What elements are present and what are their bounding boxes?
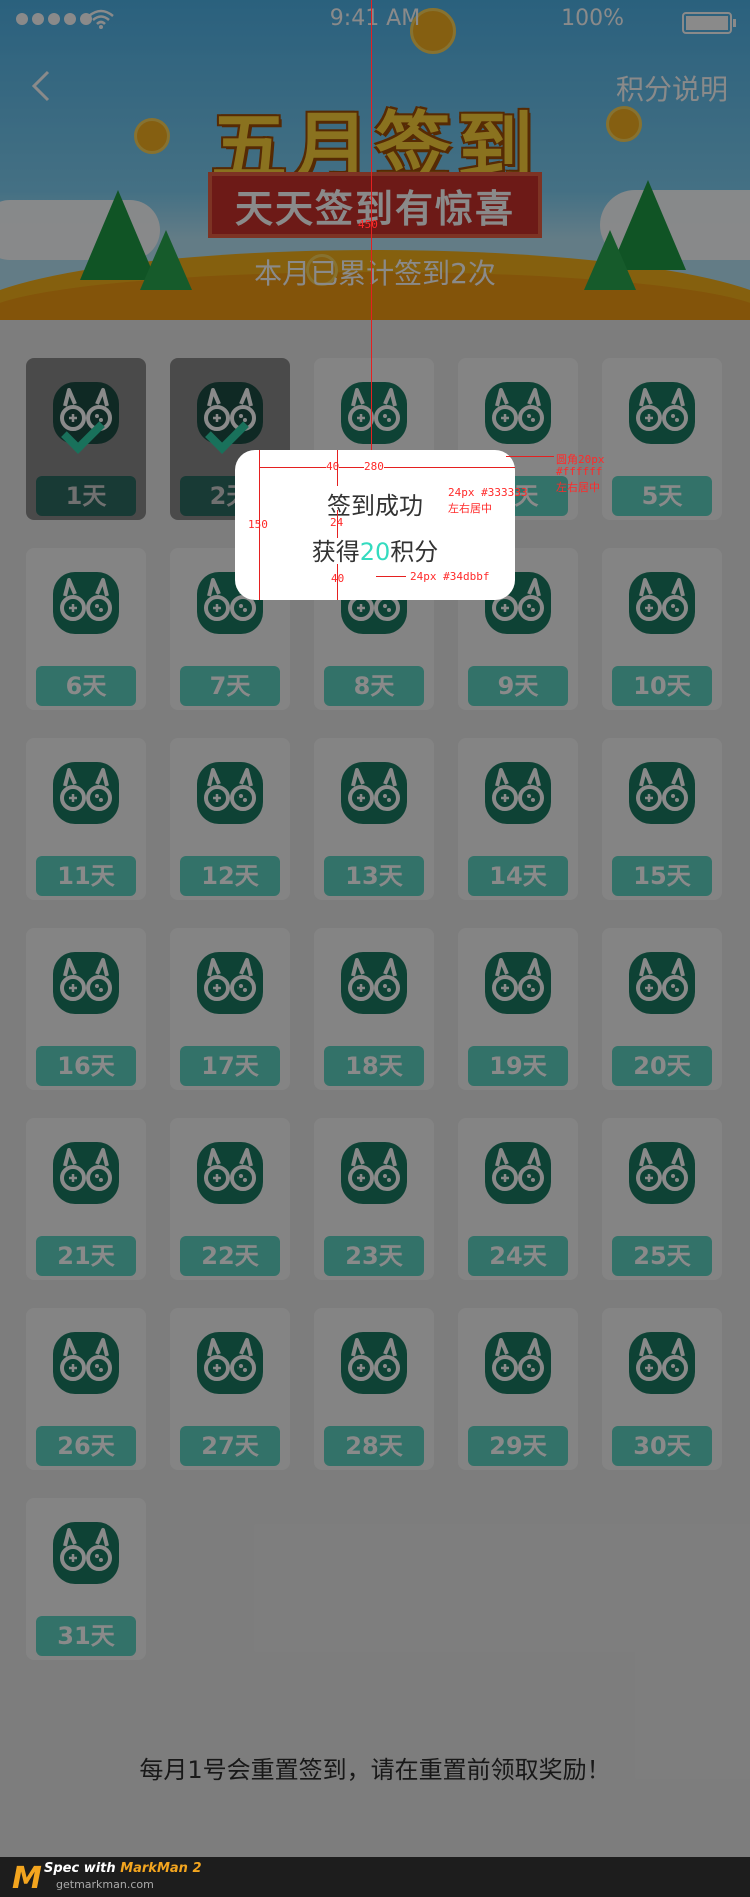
measure-line [337, 450, 338, 486]
measure-width-total: 450 [358, 218, 378, 231]
annotation-title-align: 左右居中 [448, 502, 492, 515]
reward-points: 20 [359, 538, 391, 566]
markman-site: getmarkman.com [56, 1878, 154, 1891]
markman-footer: M Spec with MarkMan 2 getmarkman.com [0, 1857, 750, 1897]
measure-line [376, 576, 406, 577]
measure-padding-bottom: 40 [331, 572, 345, 585]
annotation-points-font: 24px #34dbbf [410, 570, 490, 583]
markman-logo-icon: M [12, 1861, 42, 1896]
markman-spec-text: Spec with MarkMan 2 [44, 1861, 202, 1876]
measure-dialog-height: 150 [248, 518, 268, 531]
reward-prefix: 获得 [311, 538, 360, 566]
dialog-reward: 获得20积分 [235, 532, 515, 567]
annotation-center-align: 左右居中 [556, 481, 600, 494]
annotation-bg-color: #ffffff [556, 465, 603, 478]
reward-suffix: 积分 [390, 538, 439, 566]
measure-dialog-width: 280 [364, 460, 384, 473]
measure-line [506, 456, 554, 457]
measure-line [259, 467, 515, 468]
measure-line-gap: 24 [330, 516, 344, 529]
modal-mask[interactable] [0, 0, 750, 1857]
annotation-title-font: 24px #333333 [448, 486, 528, 499]
